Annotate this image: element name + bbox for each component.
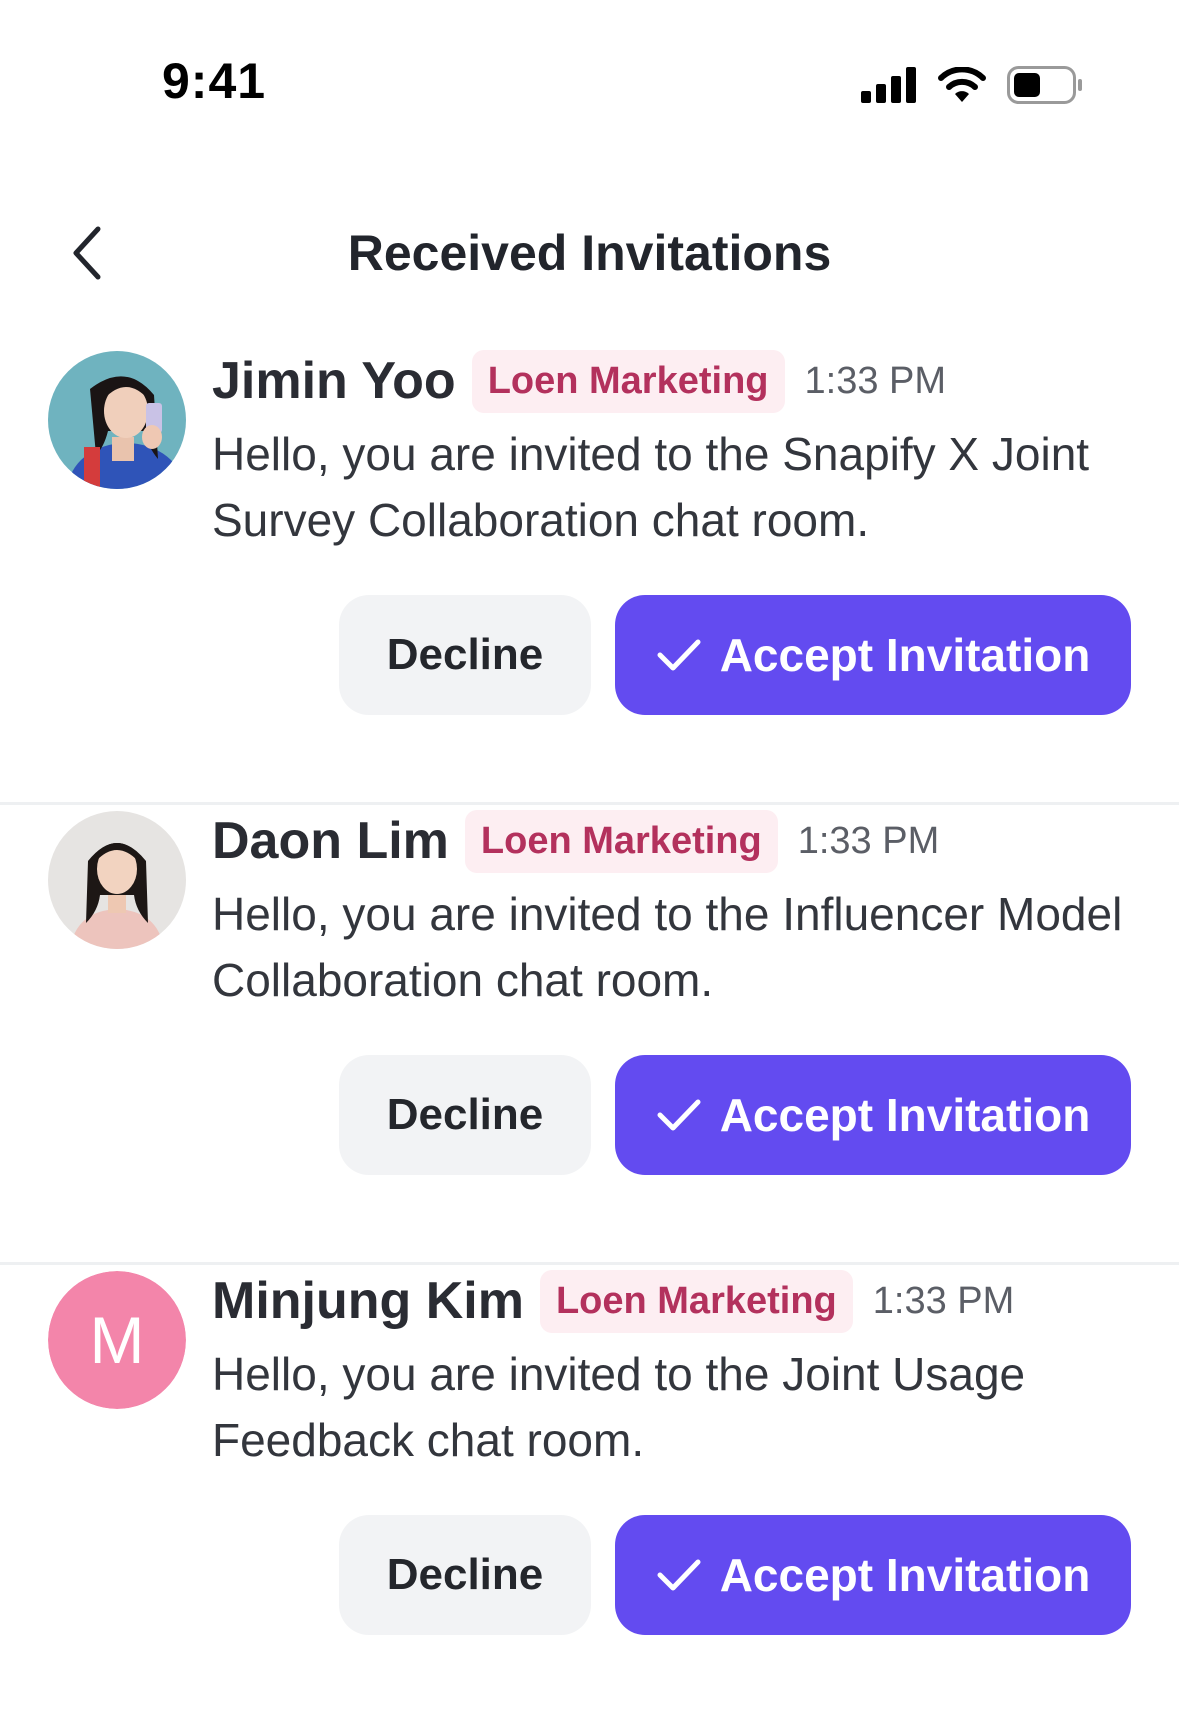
invitation-message: Hello, you are invited to the Snapify X …: [212, 428, 1090, 546]
decline-button[interactable]: Decline: [339, 1515, 591, 1635]
check-icon: [656, 1557, 702, 1593]
sender-name: Jimin Yoo: [212, 352, 456, 410]
timestamp: 1:33 PM: [804, 359, 947, 402]
sender-name: Minjung Kim: [212, 1272, 524, 1330]
header: Received Invitations: [0, 200, 1179, 310]
invitation-list: Jimin Yoo Loen Marketing 1:33 PM Hello, …: [0, 345, 1179, 1725]
status-icons: [861, 66, 1083, 109]
avatar-initial: M: [48, 1271, 186, 1409]
decline-button[interactable]: Decline: [339, 1055, 591, 1175]
meta-row: Daon Lim Loen Marketing 1:33 PM: [212, 805, 1139, 877]
accept-invitation-label: Accept Invitation: [719, 1549, 1091, 1601]
battery-icon: [1007, 66, 1083, 109]
invitation-actions: Decline Accept Invitation: [339, 1055, 1131, 1175]
invitation-item: Daon Lim Loen Marketing 1:33 PM Hello, y…: [0, 805, 1179, 1265]
accept-invitation-button[interactable]: Accept Invitation: [615, 1055, 1131, 1175]
meta-row: Jimin Yoo Loen Marketing 1:33 PM: [212, 345, 1139, 417]
timestamp: 1:33 PM: [872, 1279, 1015, 1322]
cellular-signal-icon: [861, 67, 917, 108]
company-badge: Loen Marketing: [464, 809, 778, 873]
invitation-actions: Decline Accept Invitation: [339, 595, 1131, 715]
company-badge: Loen Marketing: [471, 349, 785, 413]
accept-invitation-button[interactable]: Accept Invitation: [615, 595, 1131, 715]
check-icon: [656, 637, 702, 673]
timestamp: 1:33 PM: [797, 819, 940, 862]
accept-invitation-label: Accept Invitation: [719, 1089, 1091, 1141]
accept-invitation-label: Accept Invitation: [719, 629, 1091, 681]
meta-row: Minjung Kim Loen Marketing 1:33 PM: [212, 1265, 1139, 1337]
status-time: 9:41: [162, 53, 267, 109]
check-icon: [656, 1097, 702, 1133]
invitation-body: Daon Lim Loen Marketing 1:33 PM Hello, y…: [212, 805, 1139, 1013]
invitation-message: Hello, you are invited to the Joint Usag…: [212, 1348, 1026, 1466]
page-title: Received Invitations: [347, 225, 832, 281]
avatar: [48, 351, 186, 489]
sender-name: Daon Lim: [212, 812, 449, 870]
invitation-body: Minjung Kim Loen Marketing 1:33 PM Hello…: [212, 1265, 1139, 1473]
wifi-icon: [937, 66, 987, 108]
decline-button[interactable]: Decline: [339, 595, 591, 715]
invitation-item: M Minjung Kim Loen Marketing 1:33 PM Hel…: [0, 1265, 1179, 1725]
avatar: M: [48, 1271, 186, 1409]
invitation-message: Hello, you are invited to the Influencer…: [212, 888, 1123, 1006]
accept-invitation-button[interactable]: Accept Invitation: [615, 1515, 1131, 1635]
status-bar: 9:41: [0, 0, 1179, 150]
avatar: [48, 811, 186, 949]
invitation-actions: Decline Accept Invitation: [339, 1515, 1131, 1635]
invitation-item: Jimin Yoo Loen Marketing 1:33 PM Hello, …: [0, 345, 1179, 805]
invitation-body: Jimin Yoo Loen Marketing 1:33 PM Hello, …: [212, 345, 1139, 553]
company-badge: Loen Marketing: [539, 1269, 853, 1333]
